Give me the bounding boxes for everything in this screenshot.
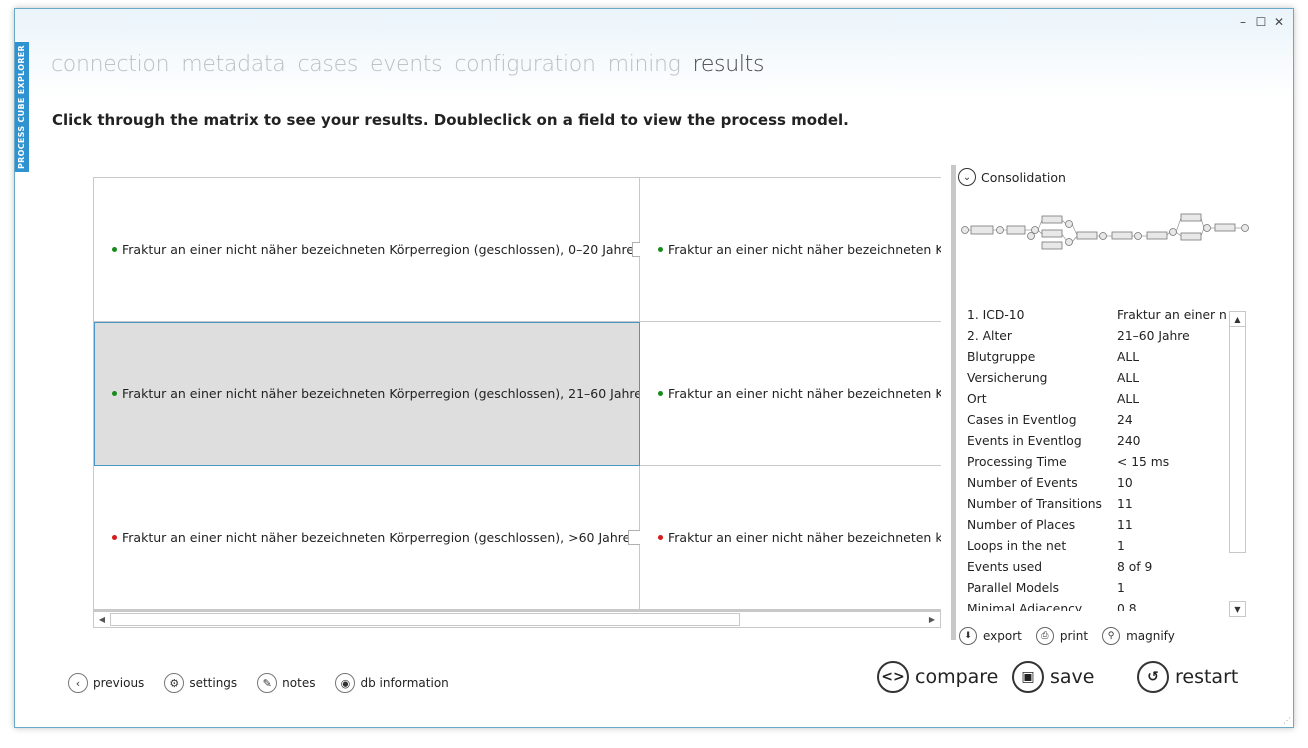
- consolidation-title: Consolidation: [981, 169, 1066, 185]
- save-label: save: [1050, 666, 1095, 688]
- print-button[interactable]: ⎙ print: [1035, 627, 1089, 645]
- matrix-cell[interactable]: Fraktur an einer nicht näher bezeichnete…: [640, 466, 941, 610]
- matrix-cell[interactable]: Fraktur an einer nicht näher bezeichnete…: [94, 466, 644, 610]
- compare-icon: <>: [877, 661, 909, 693]
- matrix-cell[interactable]: Fraktur an einer nicht näher bezeichnete…: [640, 322, 941, 466]
- property-row: Number of Places 11: [967, 518, 1133, 532]
- database-icon: ◉: [335, 673, 356, 693]
- notes-button[interactable]: ✎ notes: [257, 673, 315, 693]
- matrix-cell[interactable]: Fraktur an einer nicht näher bezeichnete…: [94, 178, 648, 322]
- property-row: Versicherung ALL: [967, 371, 1140, 385]
- property-row: 1. ICD-10 Fraktur an einer nic: [967, 308, 1227, 322]
- property-row: Processing Time < 15 ms: [967, 455, 1170, 469]
- floppy-disk-icon: ▣: [1012, 661, 1044, 693]
- side-tab[interactable]: PROCESS CUBE EXPLORER: [15, 42, 29, 172]
- property-row: 2. Alter 21–60 Jahre: [967, 329, 1190, 343]
- status-dot: [112, 391, 117, 396]
- matrix-hscrollbar[interactable]: ◀ ▶: [93, 611, 941, 628]
- matrix-cell[interactable]: Fraktur an einer nicht näher bezeichnete…: [94, 322, 655, 466]
- property-row: Number of Events 10: [967, 476, 1133, 490]
- matrix-cell[interactable]: Fraktur an einer nicht näher bezeichnete…: [640, 178, 941, 322]
- scroll-down-arrow-icon[interactable]: ▼: [1229, 601, 1246, 617]
- export-label: export: [983, 629, 1022, 643]
- export-button[interactable]: ⬇ export: [959, 627, 1022, 645]
- nav-results[interactable]: results: [693, 52, 765, 77]
- gear-icon: ⚙: [164, 673, 185, 693]
- properties-vscrollbar[interactable]: ▲ ▼: [1229, 311, 1246, 617]
- window-controls: – ☐ ✕: [1237, 15, 1285, 29]
- chevron-left-icon: ‹: [68, 673, 88, 693]
- cell-label: Fraktur an einer nicht näher bezeichnete…: [668, 530, 941, 545]
- magnify-button[interactable]: ⚲ magnify: [1102, 627, 1175, 645]
- scroll-thumb[interactable]: [110, 613, 740, 626]
- property-row: Minimal Adjacency 0.8: [967, 602, 1137, 611]
- cell-label: Fraktur an einer nicht näher bezeichnete…: [122, 386, 642, 401]
- property-row: Events in Eventlog 240: [967, 434, 1141, 448]
- nav-configuration[interactable]: configuration: [454, 52, 596, 77]
- notes-label: notes: [282, 676, 316, 690]
- nav-metadata[interactable]: metadata: [181, 52, 286, 77]
- restart-button[interactable]: ↺ restart: [1137, 661, 1238, 693]
- magnify-icon: ⚲: [1102, 627, 1121, 645]
- chevron-down-icon[interactable]: ⌄: [958, 168, 976, 186]
- property-row: Number of Transitions 11: [967, 497, 1133, 511]
- resize-grip-icon[interactable]: ⋰: [1283, 716, 1291, 725]
- panel-splitter[interactable]: [951, 165, 956, 640]
- app-window: PROCESS CUBE EXPLORER – ☐ ✕ connection m…: [14, 8, 1294, 728]
- maximize-button[interactable]: ☐: [1255, 15, 1267, 29]
- scroll-left-arrow-icon[interactable]: ◀: [94, 612, 110, 627]
- cell-label: Fraktur an einer nicht näher bezeichnete…: [122, 242, 635, 257]
- scroll-right-arrow-icon[interactable]: ▶: [924, 612, 940, 627]
- pencil-icon: ✎: [257, 673, 278, 693]
- property-row: Ort ALL: [967, 392, 1140, 406]
- process-model-preview[interactable]: [957, 210, 1249, 260]
- nav-events[interactable]: events: [370, 52, 443, 77]
- settings-button[interactable]: ⚙ settings: [164, 673, 237, 693]
- export-icon: ⬇: [959, 627, 977, 645]
- save-button[interactable]: ▣ save: [1012, 661, 1094, 693]
- nav-connection[interactable]: connection: [51, 52, 170, 77]
- magnify-label: magnify: [1126, 629, 1175, 643]
- status-dot: [658, 535, 663, 540]
- properties-list[interactable]: 1. ICD-10 Fraktur an einer nic 2. Alter 21…: [967, 305, 1227, 611]
- property-row: Events used 8 of 9: [967, 560, 1153, 574]
- cell-label: Fraktur an einer nicht näher bezeichnete…: [668, 386, 941, 401]
- restart-label: restart: [1175, 666, 1239, 688]
- compare-button[interactable]: <> compare: [877, 661, 998, 693]
- close-button[interactable]: ✕: [1273, 15, 1285, 29]
- nav-mining[interactable]: mining: [608, 52, 681, 77]
- cell-label: Fraktur an einer nicht näher bezeichnete…: [122, 530, 631, 545]
- minimize-button[interactable]: –: [1237, 15, 1249, 29]
- results-matrix: Fraktur an einer nicht näher bezeichnete…: [93, 177, 941, 611]
- wizard-nav: connection metadata cases events configu…: [51, 52, 764, 77]
- restart-icon: ↺: [1137, 661, 1169, 693]
- scroll-track[interactable]: [1229, 311, 1246, 553]
- print-label: print: [1059, 629, 1089, 643]
- property-row: Cases in Eventlog 24: [967, 413, 1133, 427]
- previous-label: previous: [93, 676, 145, 690]
- db-information-button[interactable]: ◉ db information: [335, 673, 449, 693]
- compare-label: compare: [915, 666, 999, 688]
- panel-actions: ⬇ export ⎙ print ⚲ magnify: [959, 627, 1175, 645]
- property-row: Blutgruppe ALL: [967, 350, 1140, 364]
- previous-button[interactable]: ‹ previous: [68, 673, 144, 693]
- status-dot: [658, 391, 663, 396]
- settings-label: settings: [189, 676, 238, 690]
- nav-cases[interactable]: cases: [297, 52, 358, 77]
- scroll-up-arrow-icon[interactable]: ▲: [1229, 311, 1246, 327]
- instruction-text: Click through the matrix to see your res…: [52, 111, 849, 129]
- property-row: Loops in the net 1: [967, 539, 1125, 553]
- consolidation-header[interactable]: ⌄ Consolidation: [958, 168, 1066, 186]
- db-information-label: db information: [360, 676, 449, 690]
- cell-label: Fraktur an einer nicht näher bezeichnete…: [668, 242, 941, 257]
- status-dot: [112, 247, 117, 252]
- footer-left-actions: ‹ previous ⚙ settings ✎ notes ◉ db infor…: [68, 673, 449, 693]
- consolidation-panel: ⌄ Consolidation 1. ICD-10 Fraktur an ein…: [957, 165, 1253, 645]
- status-dot: [658, 247, 663, 252]
- print-icon: ⎙: [1035, 627, 1054, 645]
- status-dot: [112, 535, 117, 540]
- property-row: Parallel Models 1: [967, 581, 1125, 595]
